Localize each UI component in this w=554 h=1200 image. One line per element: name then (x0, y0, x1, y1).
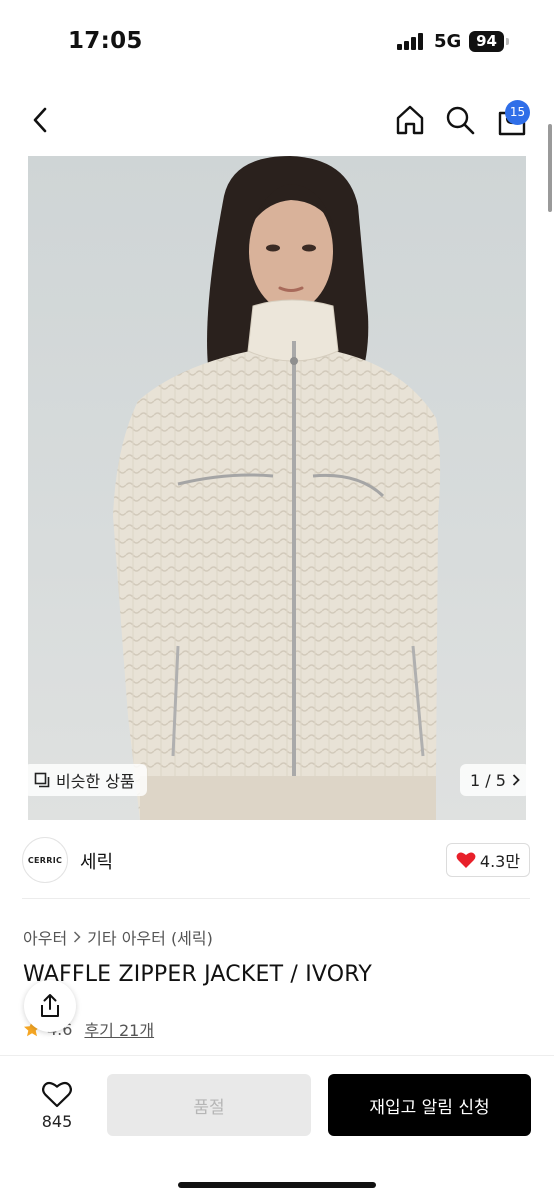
reviews-link[interactable]: 후기 21개 (84, 1017, 154, 1041)
product-image[interactable] (28, 156, 526, 820)
network-type: 5G (434, 31, 462, 52)
share-button[interactable] (24, 980, 76, 1032)
copy-icon (34, 772, 50, 788)
chevron-right-icon (512, 774, 520, 786)
similar-products-button[interactable]: 비슷한 상품 (24, 764, 147, 796)
brand-name[interactable]: 세릭 (80, 848, 113, 874)
breadcrumb-subcategory[interactable]: 기타 아우터 (세릭) (87, 925, 213, 949)
search-icon (446, 106, 475, 135)
battery-tip (506, 38, 509, 45)
product-title: WAFFLE ZIPPER JACKET / IVORY (23, 962, 373, 987)
status-bar: 17:05 5G 94 (0, 0, 554, 84)
similar-products-label: 비슷한 상품 (56, 772, 135, 791)
home-button[interactable] (390, 98, 430, 142)
soldout-button[interactable]: 품절 (107, 1074, 311, 1136)
breadcrumb-category[interactable]: 아우터 (23, 925, 67, 949)
scrollbar[interactable] (548, 124, 552, 212)
signal-icon (397, 33, 425, 50)
share-icon (41, 994, 59, 1017)
brand-like-count: 4.3만 (479, 852, 521, 871)
chevron-right-icon (74, 931, 81, 943)
brand-logo[interactable]: CERRIC (22, 837, 68, 883)
home-icon (396, 105, 424, 135)
heart-filled-icon (456, 852, 476, 868)
search-button[interactable] (440, 98, 480, 142)
page-indicator-text: 1 / 5 (470, 770, 506, 790)
model-photo (113, 156, 441, 820)
breadcrumb: 아우터 기타 아우터 (세릭) (23, 925, 213, 949)
battery-icon: 94 (469, 31, 504, 52)
brand-row: CERRIC 세릭 4.3만 (0, 830, 554, 896)
divider (22, 898, 530, 899)
image-page-indicator[interactable]: 1 / 5 (460, 764, 530, 796)
status-time: 17:05 (68, 28, 143, 54)
chevron-left-icon (33, 107, 47, 133)
restock-alert-button[interactable]: 재입고 알림 신청 (328, 1074, 531, 1136)
back-button[interactable] (20, 98, 60, 142)
wishlist-count: 845 (41, 1112, 73, 1131)
home-indicator[interactable] (178, 1182, 376, 1188)
bottom-action-bar: 845 품절 재입고 알림 신청 (0, 1055, 554, 1200)
heart-outline-icon (42, 1081, 72, 1108)
brand-like-button[interactable]: 4.3만 (446, 843, 530, 877)
wishlist-button[interactable]: 845 (24, 1074, 90, 1138)
cart-count-badge: 15 (505, 100, 530, 125)
top-nav (0, 90, 554, 152)
